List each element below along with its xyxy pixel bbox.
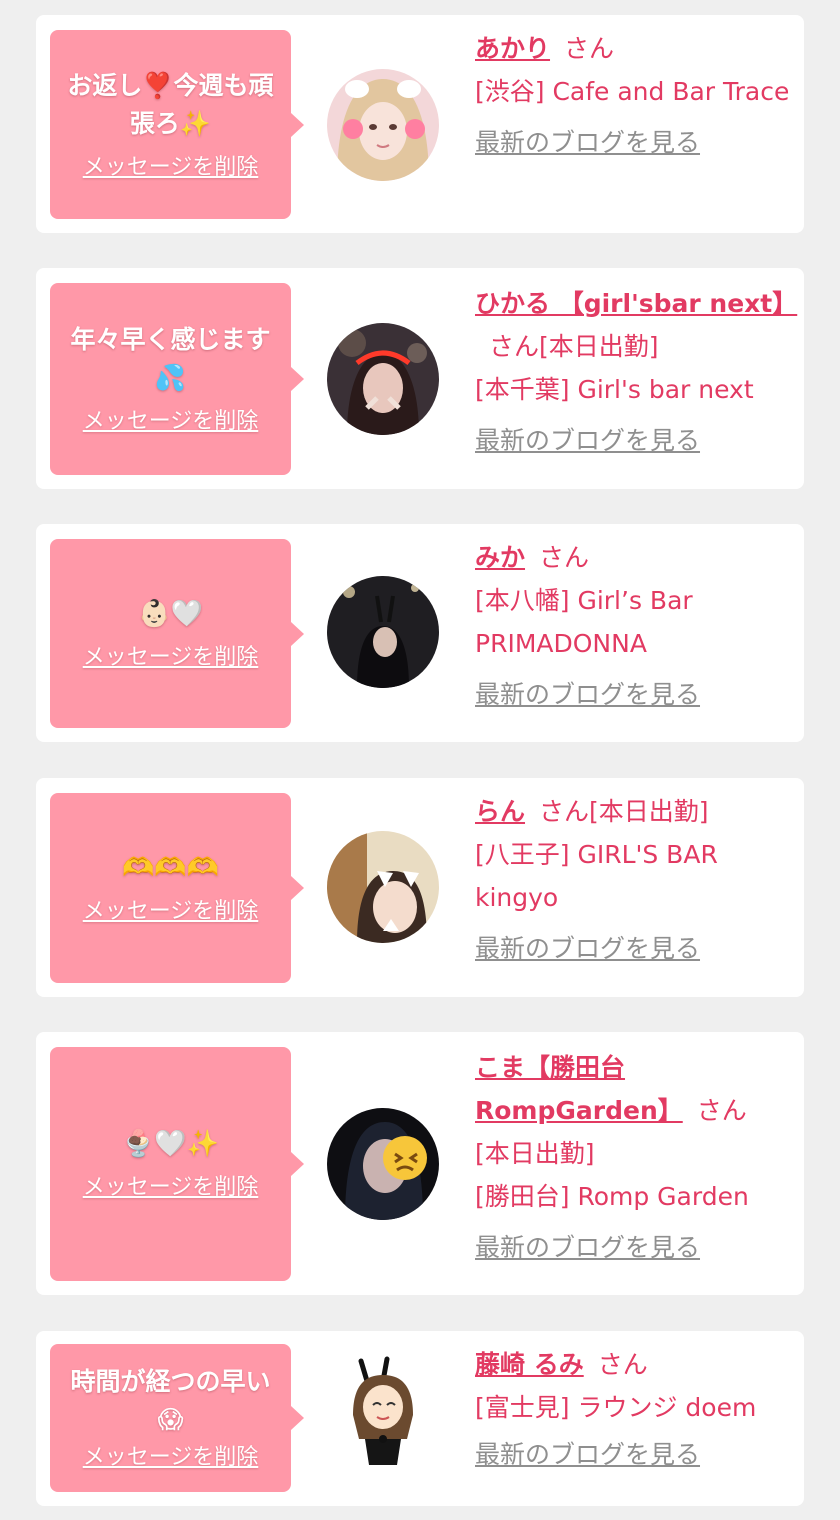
avatar[interactable] — [327, 1108, 439, 1220]
message-text: 年々早く感じます💦 — [70, 325, 271, 392]
honorific-label: さん — [696, 1096, 747, 1125]
message-bubble: 🍨🤍✨ メッセージを削除 — [50, 1047, 304, 1281]
delete-message-link[interactable]: メッセージを削除 — [83, 153, 259, 183]
message-text: 時間が経つの早い😱 — [70, 1367, 271, 1434]
message-text: 🍨🤍✨ — [121, 1129, 220, 1159]
cast-name-link[interactable]: ひかる 【girl'sbar next】 — [475, 289, 797, 318]
girl-photo-avatar-icon — [327, 831, 439, 943]
list-item: 🍨🤍✨ メッセージを削除 こま【勝田台RompGarden】 さん [本日出勤] … — [36, 1032, 804, 1295]
list-item: 年々早く感じます💦 メッセージを削除 ひかる 【girl'sbar next】さ… — [36, 268, 804, 489]
list-item: 🫶🫶🫶 メッセージを削除 らん さん[本日出勤] [八王子] GIRL'S BAR… — [36, 778, 804, 997]
delete-message-link[interactable]: メッセージを削除 — [83, 897, 259, 927]
status-label: [本日出勤] — [589, 797, 709, 826]
girl-photo-avatar-icon — [327, 323, 439, 435]
message-text: 🫶🫶🫶 — [121, 853, 220, 883]
shop-label: [本八幡] Girl’s Bar PRIMADONNA — [475, 586, 693, 658]
cast-name-link[interactable]: あかり — [475, 34, 550, 63]
honorific-label: さん — [489, 332, 540, 361]
avatar[interactable] — [327, 1355, 439, 1467]
info-block: あかり さん [渋谷] Cafe and Bar Trace 最新のブログを見る — [475, 27, 793, 161]
blog-link[interactable]: 最新のブログを見る — [475, 677, 793, 713]
message-text: 👶🏻🤍 — [138, 598, 203, 629]
cast-name-link[interactable]: みか — [475, 543, 525, 572]
info-block: こま【勝田台RompGarden】 さん [本日出勤] [勝田台] Romp Ga… — [475, 1046, 793, 1266]
message-bubble: 👶🏻🤍 メッセージを削除 — [50, 539, 304, 728]
blog-link[interactable]: 最新のブログを見る — [475, 423, 793, 459]
honorific-label: さん — [539, 797, 590, 826]
message-list: お返し❣️今週も頑張ろ✨ メッセージを削除 あかり さん [渋谷] Cafe an… — [0, 0, 840, 1520]
blog-link[interactable]: 最新のブログを見る — [475, 1230, 793, 1266]
honorific-label: さん — [597, 1350, 648, 1379]
list-item: 👶🏻🤍 メッセージを削除 みか さん [本八幡] Girl’s Bar PRIMA… — [36, 524, 804, 742]
cast-name-link[interactable]: 藤崎 るみ — [475, 1350, 584, 1379]
blog-link[interactable]: 最新のブログを見る — [475, 931, 793, 967]
avatar[interactable] — [327, 831, 439, 943]
list-item: お返し❣️今週も頑張ろ✨ メッセージを削除 あかり さん [渋谷] Cafe an… — [36, 15, 804, 233]
message-bubble: 時間が経つの早い😱 メッセージを削除 — [50, 1344, 304, 1492]
girl-photo-avatar-icon — [327, 1108, 439, 1220]
honorific-label: さん — [539, 543, 590, 572]
message-bubble: 年々早く感じます💦 メッセージを削除 — [50, 283, 304, 475]
cast-name-link[interactable]: らん — [475, 797, 525, 826]
info-block: ひかる 【girl'sbar next】さん[本日出勤] [本千葉] Girl'… — [475, 282, 797, 459]
blog-link[interactable]: 最新のブログを見る — [475, 1437, 805, 1473]
info-block: みか さん [本八幡] Girl’s Bar PRIMADONNA 最新のブログを… — [475, 536, 793, 713]
info-block: 藤崎 るみ さん [富士見] ラウンジ doem 最新のブログを見る — [475, 1343, 805, 1473]
info-block: らん さん[本日出勤] [八王子] GIRL'S BAR kingyo 最新のブロ… — [475, 790, 793, 967]
delete-message-link[interactable]: メッセージを削除 — [83, 407, 259, 437]
shop-label: [八王子] GIRL'S BAR kingyo — [475, 840, 718, 912]
avatar[interactable] — [327, 69, 439, 181]
shop-label: [本千葉] Girl's bar next — [475, 375, 754, 404]
cast-name-link[interactable]: こま【勝田台RompGarden】 — [475, 1053, 683, 1125]
girl-photo-avatar-icon — [327, 69, 439, 181]
girl-photo-avatar-icon — [327, 576, 439, 688]
delete-message-link[interactable]: メッセージを削除 — [83, 643, 259, 673]
avatar[interactable] — [327, 576, 439, 688]
shop-label: [渋谷] Cafe and Bar Trace — [475, 77, 790, 106]
avatar[interactable] — [327, 323, 439, 435]
message-bubble: 🫶🫶🫶 メッセージを削除 — [50, 793, 304, 983]
delete-message-link[interactable]: メッセージを削除 — [83, 1173, 259, 1203]
list-item: 時間が経つの早い😱 メッセージを削除 藤崎 るみ さん [富士見] ラウンジ do… — [36, 1331, 804, 1506]
shop-label: [勝田台] Romp Garden — [475, 1182, 749, 1211]
status-label: [本日出勤] — [539, 332, 659, 361]
delete-message-link[interactable]: メッセージを削除 — [83, 1443, 259, 1473]
shop-label: [富士見] ラウンジ doem — [475, 1393, 757, 1422]
message-text: お返し❣️今週も頑張ろ✨ — [67, 70, 274, 138]
blog-link[interactable]: 最新のブログを見る — [475, 125, 793, 161]
message-bubble: お返し❣️今週も頑張ろ✨ メッセージを削除 — [50, 30, 304, 219]
honorific-label: さん — [564, 34, 615, 63]
bunny-girl-illustration-icon — [327, 1355, 439, 1467]
status-label: [本日出勤] — [475, 1139, 595, 1168]
